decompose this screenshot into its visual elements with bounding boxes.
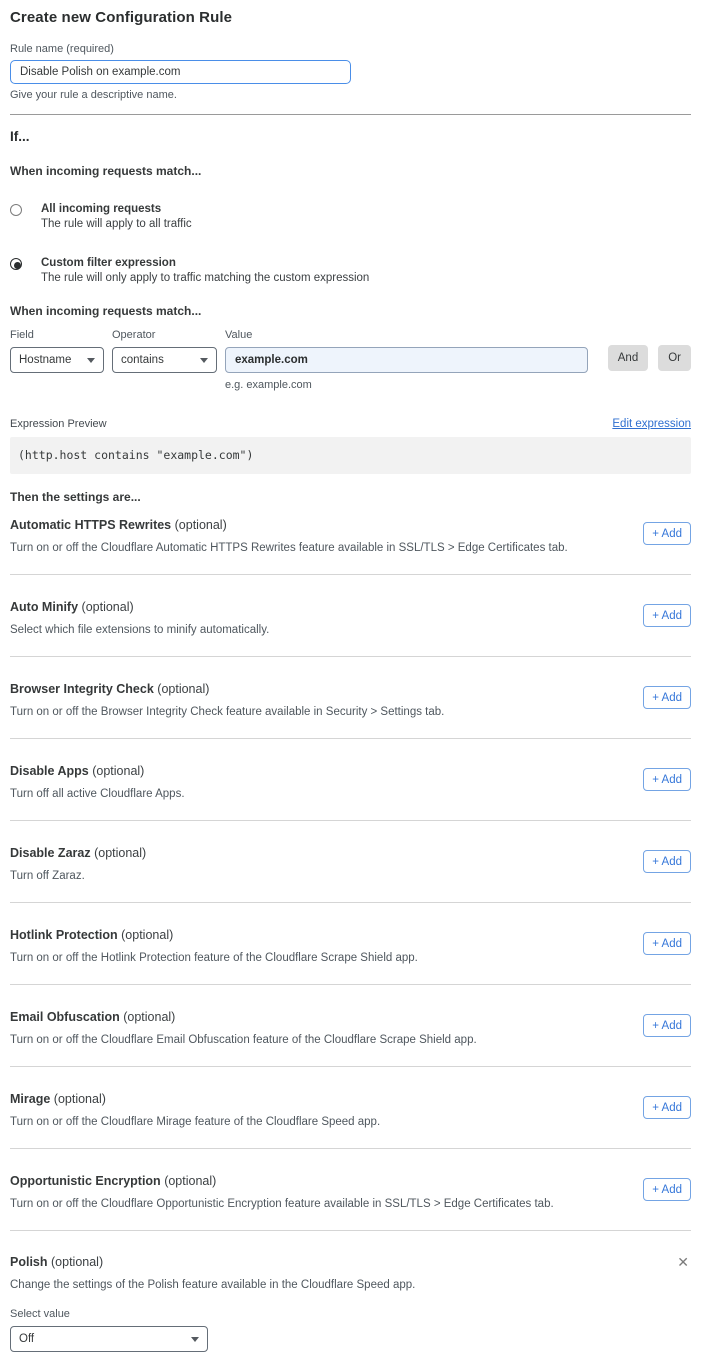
- settings-list: Automatic HTTPS Rewrites (optional) Turn…: [10, 504, 691, 1231]
- setting-name: Opportunistic Encryption: [10, 1174, 161, 1188]
- and-button[interactable]: And: [608, 345, 648, 371]
- operator-select[interactable]: contains: [112, 347, 217, 373]
- setting-row: Mirage (optional) Turn on or off the Clo…: [10, 1067, 691, 1149]
- setting-description: Turn on or off the Browser Integrity Che…: [10, 706, 444, 718]
- add-setting-button[interactable]: + Add: [643, 850, 691, 873]
- radio-unselected-icon[interactable]: [10, 204, 22, 216]
- expression-preview-code: (http.host contains "example.com"): [10, 437, 691, 474]
- radio-description: The rule will only apply to traffic matc…: [41, 272, 369, 284]
- setting-row: Browser Integrity Check (optional) Turn …: [10, 657, 691, 739]
- setting-name: Auto Minify: [10, 600, 78, 614]
- setting-optional-tag: (optional): [164, 1174, 216, 1188]
- add-setting-button[interactable]: + Add: [643, 1096, 691, 1119]
- setting-name: Hotlink Protection: [10, 928, 118, 942]
- setting-optional-tag: (optional): [157, 682, 209, 696]
- setting-name: Disable Zaraz: [10, 846, 91, 860]
- add-setting-button[interactable]: + Add: [643, 604, 691, 627]
- radio-label: Custom filter expression: [41, 257, 369, 269]
- rule-name-input[interactable]: [10, 60, 351, 84]
- setting-description: Select which file extensions to minify a…: [10, 624, 269, 636]
- field-label: Field: [10, 329, 104, 341]
- chevron-down-icon: [200, 358, 208, 363]
- setting-row: Opportunistic Encryption (optional) Turn…: [10, 1149, 691, 1231]
- add-setting-button[interactable]: + Add: [643, 686, 691, 709]
- field-select-value: Hostname: [19, 354, 71, 366]
- operator-select-value: contains: [121, 354, 164, 366]
- setting-optional-tag: (optional): [92, 764, 144, 778]
- polish-select-value: Off: [19, 1333, 34, 1345]
- setting-description: Change the settings of the Polish featur…: [10, 1279, 691, 1291]
- field-select[interactable]: Hostname: [10, 347, 104, 373]
- setting-description: Turn off all active Cloudflare Apps.: [10, 788, 185, 800]
- value-hint: e.g. example.com: [225, 379, 588, 391]
- polish-setting-section: Polish (optional) ✕ Change the settings …: [10, 1231, 691, 1352]
- setting-optional-tag: (optional): [54, 1092, 106, 1106]
- operator-label: Operator: [112, 329, 217, 341]
- setting-description: Turn on or off the Cloudflare Automatic …: [10, 542, 568, 554]
- chevron-down-icon: [191, 1337, 199, 1342]
- setting-description: Turn off Zaraz.: [10, 870, 146, 882]
- expression-preview-label: Expression Preview: [10, 418, 107, 430]
- radio-selected-icon[interactable]: [10, 258, 22, 270]
- setting-name: Mirage: [10, 1092, 50, 1106]
- setting-optional-tag: (optional): [123, 1010, 175, 1024]
- setting-name: Email Obfuscation: [10, 1010, 120, 1024]
- setting-name: Polish: [10, 1255, 48, 1269]
- if-heading: If...: [10, 129, 691, 144]
- setting-description: Turn on or off the Cloudflare Email Obfu…: [10, 1034, 477, 1046]
- select-value-label: Select value: [10, 1308, 691, 1320]
- section-divider: [10, 114, 691, 115]
- polish-value-select[interactable]: Off: [10, 1326, 208, 1352]
- chevron-down-icon: [87, 358, 95, 363]
- radio-option-custom-expression[interactable]: Custom filter expression The rule will o…: [10, 257, 691, 284]
- rule-name-helper: Give your rule a descriptive name.: [10, 89, 691, 101]
- setting-row: Hotlink Protection (optional) Turn on or…: [10, 903, 691, 985]
- setting-optional-tag: (optional): [51, 1255, 103, 1269]
- close-icon[interactable]: ✕: [677, 1255, 689, 1269]
- setting-row: Email Obfuscation (optional) Turn on or …: [10, 985, 691, 1067]
- add-setting-button[interactable]: + Add: [643, 522, 691, 545]
- add-setting-button[interactable]: + Add: [643, 1014, 691, 1037]
- setting-optional-tag: (optional): [82, 600, 134, 614]
- value-label: Value: [225, 329, 588, 341]
- setting-description: Turn on or off the Cloudflare Opportunis…: [10, 1198, 554, 1210]
- add-setting-button[interactable]: + Add: [643, 768, 691, 791]
- edit-expression-link[interactable]: Edit expression: [612, 418, 691, 430]
- setting-optional-tag: (optional): [121, 928, 173, 942]
- rule-name-label: Rule name (required): [10, 43, 691, 55]
- setting-name: Browser Integrity Check: [10, 682, 154, 696]
- setting-name: Disable Apps: [10, 764, 89, 778]
- setting-row: Disable Zaraz (optional) Turn off Zaraz.…: [10, 821, 691, 903]
- setting-row: Auto Minify (optional) Select which file…: [10, 575, 691, 657]
- builder-heading: When incoming requests match...: [10, 304, 691, 318]
- setting-description: Turn on or off the Hotlink Protection fe…: [10, 952, 418, 964]
- setting-name: Automatic HTTPS Rewrites: [10, 518, 171, 532]
- add-setting-button[interactable]: + Add: [643, 1178, 691, 1201]
- setting-description: Turn on or off the Cloudflare Mirage fea…: [10, 1116, 380, 1128]
- setting-row: Disable Apps (optional) Turn off all act…: [10, 739, 691, 821]
- page-title: Create new Configuration Rule: [10, 9, 691, 26]
- value-input[interactable]: [225, 347, 588, 373]
- radio-label: All incoming requests: [41, 203, 192, 215]
- radio-option-all-requests[interactable]: All incoming requests The rule will appl…: [10, 203, 691, 230]
- match-heading: When incoming requests match...: [10, 164, 691, 178]
- add-setting-button[interactable]: + Add: [643, 932, 691, 955]
- setting-optional-tag: (optional): [175, 518, 227, 532]
- setting-optional-tag: (optional): [94, 846, 146, 860]
- expression-builder-row: Field Hostname Operator contains Value e…: [10, 329, 691, 391]
- or-button[interactable]: Or: [658, 345, 691, 371]
- radio-description: The rule will apply to all traffic: [41, 218, 192, 230]
- then-heading: Then the settings are...: [10, 490, 691, 504]
- setting-row: Automatic HTTPS Rewrites (optional) Turn…: [10, 504, 691, 575]
- configuration-rule-form: Create new Configuration Rule Rule name …: [0, 0, 705, 1362]
